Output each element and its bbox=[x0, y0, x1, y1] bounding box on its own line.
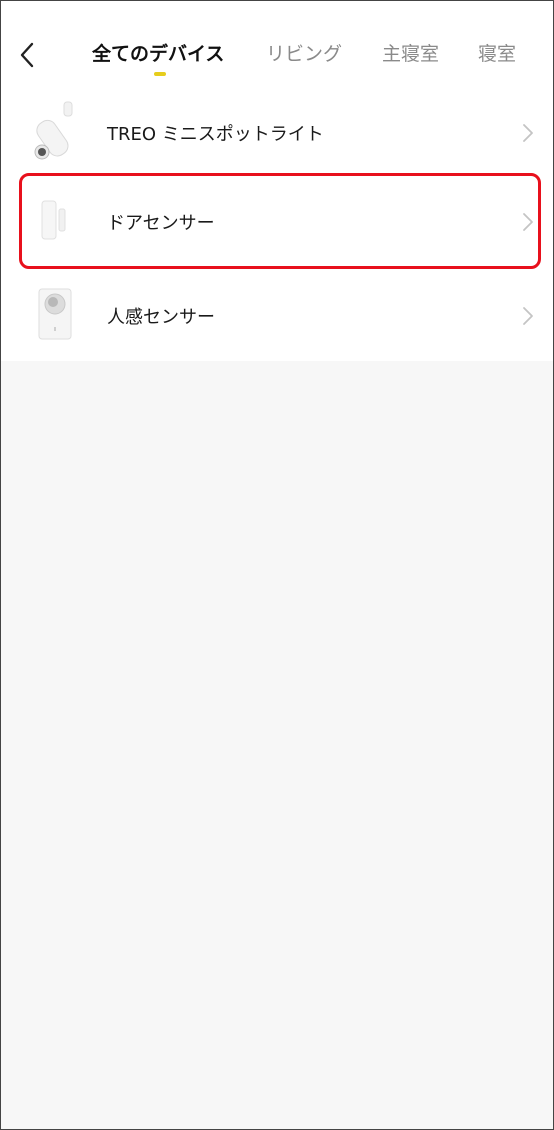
header: 全てのデバイス リビング 主寝室 寝室 bbox=[1, 1, 553, 93]
chevron-left-icon bbox=[20, 42, 34, 68]
tab-living[interactable]: リビング bbox=[266, 41, 342, 67]
device-label: 人感センサー bbox=[107, 307, 215, 328]
device-label: TREO ミニスポットライト bbox=[107, 124, 324, 145]
back-button[interactable] bbox=[13, 39, 41, 71]
door-sensor-icon bbox=[41, 200, 66, 240]
device-label: ドアセンサー bbox=[107, 213, 215, 234]
chevron-right-icon bbox=[523, 213, 533, 231]
app-screen: 全てのデバイス リビング 主寝室 寝室 TREO ミニスポットライト ドアセンサ… bbox=[0, 0, 554, 1130]
device-row-spotlight[interactable]: TREO ミニスポットライト bbox=[1, 93, 553, 175]
spotlight-icon bbox=[34, 101, 73, 160]
active-tab-indicator bbox=[154, 72, 166, 76]
device-list: TREO ミニスポットライト ドアセンサー 人感センサー bbox=[1, 93, 553, 361]
motion-sensor-icon bbox=[38, 288, 72, 340]
device-row-motion-sensor[interactable]: 人感センサー bbox=[1, 279, 553, 361]
tab-bedroom[interactable]: 寝室 bbox=[478, 41, 516, 67]
chevron-right-icon bbox=[523, 124, 533, 142]
tab-all-devices[interactable]: 全てのデバイス bbox=[92, 41, 224, 67]
tab-master-bedroom[interactable]: 主寝室 bbox=[382, 41, 439, 67]
device-row-door-sensor[interactable]: ドアセンサー bbox=[1, 181, 553, 263]
chevron-right-icon bbox=[523, 307, 533, 325]
